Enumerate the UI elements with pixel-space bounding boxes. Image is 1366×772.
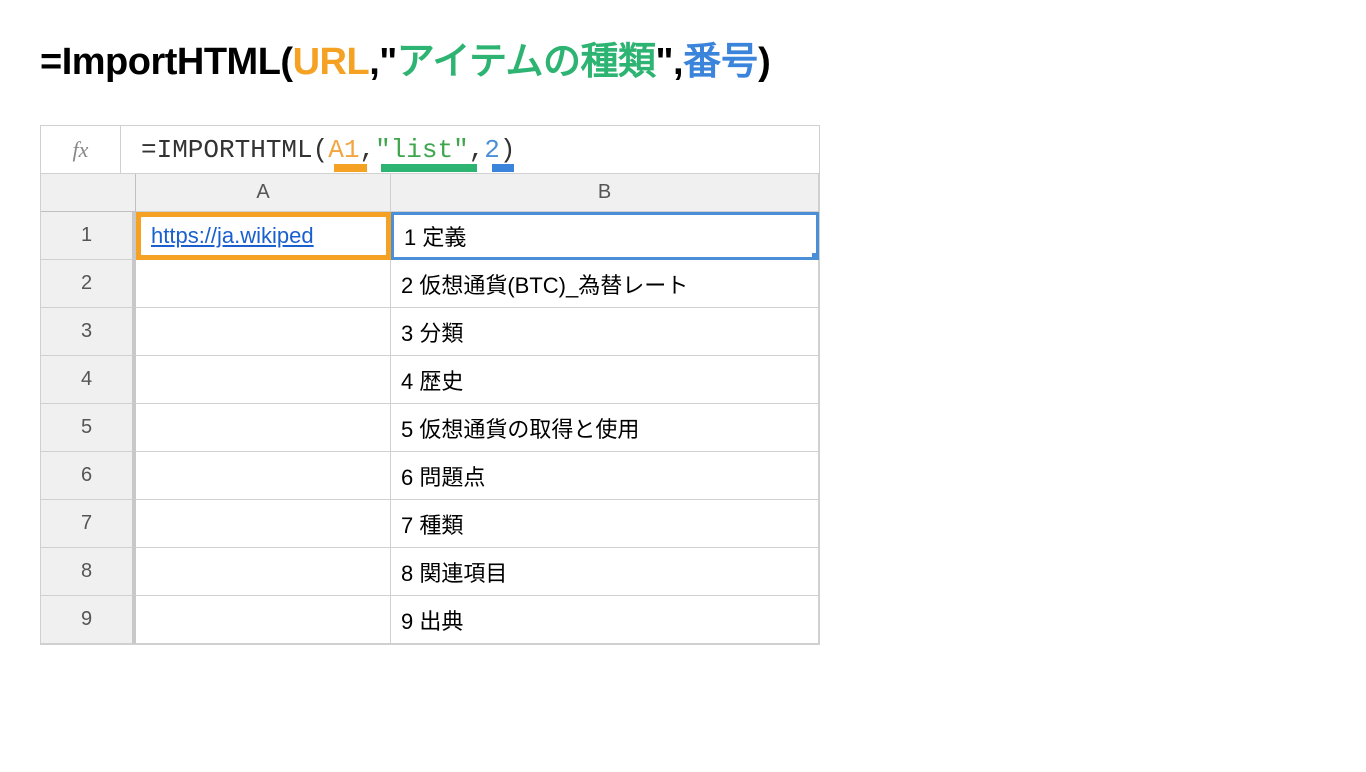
cell-a1[interactable]: https://ja.wikiped <box>136 212 391 260</box>
formula-suffix: ) <box>500 135 516 165</box>
title-url: URL <box>293 41 370 83</box>
spreadsheet: fx =IMPORTHTML(A1,"list",2) A B 1 https:… <box>40 125 820 645</box>
cell-a4[interactable] <box>136 356 391 404</box>
underline-blue <box>492 164 514 172</box>
formula-arg3: 2 <box>484 135 500 165</box>
formula-arg2: "list" <box>375 135 469 165</box>
row-header[interactable]: 2 <box>41 260 136 308</box>
title-number: 番号 <box>683 41 758 83</box>
cell-a7[interactable] <box>136 500 391 548</box>
cell-b3[interactable]: 3 分類 <box>391 308 819 356</box>
cell-b8[interactable]: 8 関連項目 <box>391 548 819 596</box>
fx-label: fx <box>41 126 121 173</box>
cell-a8[interactable] <box>136 548 391 596</box>
title-quote: " <box>379 41 397 83</box>
cell-a5[interactable] <box>136 404 391 452</box>
formula-input[interactable]: =IMPORTHTML(A1,"list",2) <box>121 135 819 165</box>
cell-b5[interactable]: 5 仮想通貨の取得と使用 <box>391 404 819 452</box>
cell-b9[interactable]: 9 出典 <box>391 596 819 644</box>
cell-a9[interactable] <box>136 596 391 644</box>
cell-a6[interactable] <box>136 452 391 500</box>
cell-a3[interactable] <box>136 308 391 356</box>
page-title: =ImportHTML(URL,"アイテムの種類",番号) <box>40 30 1326 85</box>
column-header-b[interactable]: B <box>391 174 819 212</box>
title-prefix: =ImportHTML( <box>40 41 293 83</box>
underline-green <box>381 164 477 172</box>
row-header[interactable]: 6 <box>41 452 136 500</box>
formula-bar: fx =IMPORTHTML(A1,"list",2) <box>41 126 819 174</box>
row-header[interactable]: 9 <box>41 596 136 644</box>
column-header-a[interactable]: A <box>136 174 391 212</box>
row-header[interactable]: 5 <box>41 404 136 452</box>
row-header[interactable]: 7 <box>41 500 136 548</box>
cell-b1[interactable]: 1 定義 <box>391 212 819 260</box>
formula-prefix: =IMPORTHTML( <box>141 135 328 165</box>
formula-arg1: A1 <box>328 135 359 165</box>
corner-header[interactable] <box>41 174 136 212</box>
cell-a1-link[interactable]: https://ja.wikiped <box>151 223 314 249</box>
row-header[interactable]: 1 <box>41 212 136 260</box>
cell-b4[interactable]: 4 歴史 <box>391 356 819 404</box>
title-suffix: ) <box>758 41 770 83</box>
cell-a2[interactable] <box>136 260 391 308</box>
underline-orange <box>334 164 367 172</box>
title-quote: " <box>655 41 673 83</box>
row-header[interactable]: 8 <box>41 548 136 596</box>
title-comma: , <box>369 41 379 83</box>
formula-comma: , <box>359 135 375 165</box>
cell-b7[interactable]: 7 種類 <box>391 500 819 548</box>
title-item-type: アイテムの種類 <box>397 41 656 83</box>
row-header[interactable]: 4 <box>41 356 136 404</box>
title-comma: , <box>673 41 683 83</box>
grid: A B 1 https://ja.wikiped 1 定義 2 2 仮想通貨(B… <box>41 174 819 644</box>
formula-underlines <box>141 164 516 172</box>
cell-b6[interactable]: 6 問題点 <box>391 452 819 500</box>
formula-comma: , <box>469 135 485 165</box>
row-header[interactable]: 3 <box>41 308 136 356</box>
cell-b2[interactable]: 2 仮想通貨(BTC)_為替レート <box>391 260 819 308</box>
